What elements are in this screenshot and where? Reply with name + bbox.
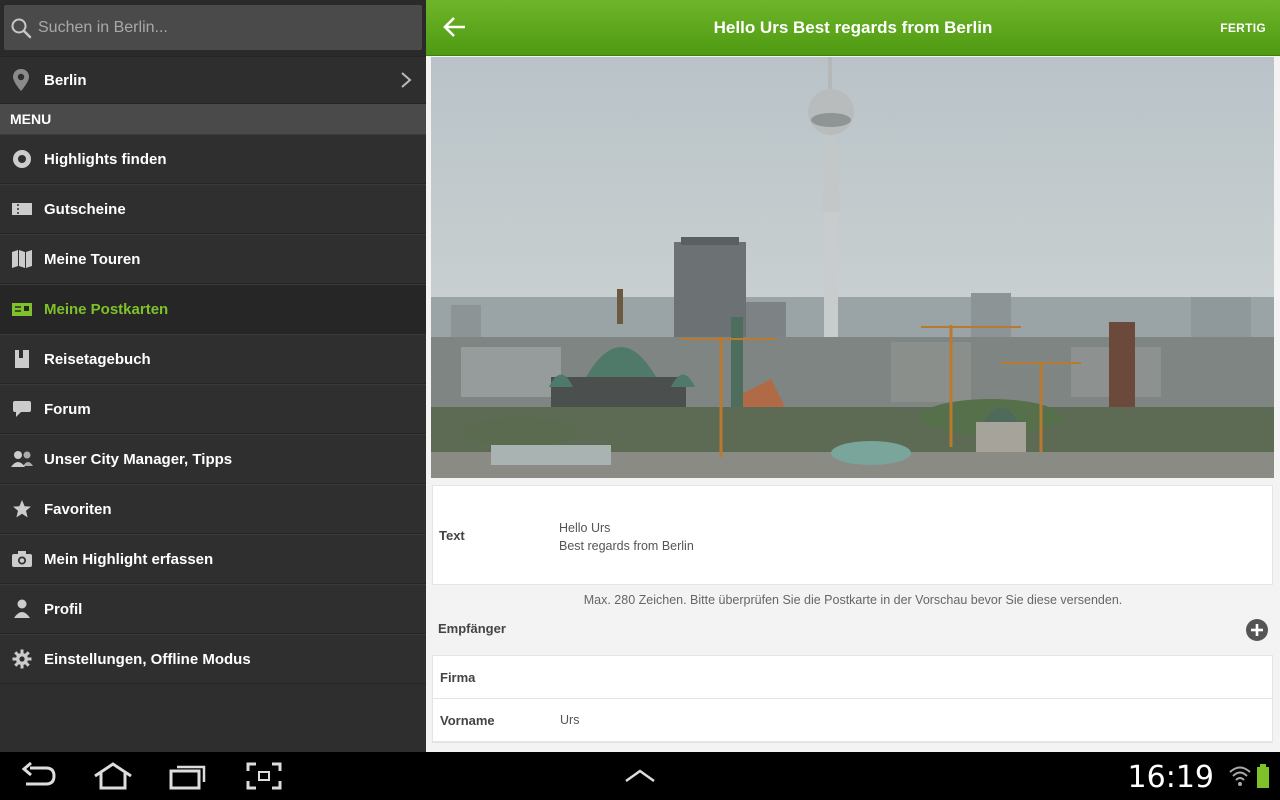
map-icon bbox=[10, 247, 34, 271]
chevron-right-icon bbox=[401, 72, 412, 88]
target-icon bbox=[10, 147, 34, 171]
chat-bubble-icon bbox=[10, 397, 34, 421]
menu-item[interactable]: Reisetagebuch bbox=[0, 334, 426, 384]
menu-item[interactable]: Unser City Manager, Tipps bbox=[0, 434, 426, 484]
menu-item-label: Forum bbox=[44, 400, 91, 418]
action-bar: Hello Urs Best regards from Berlin FERTI… bbox=[426, 0, 1280, 56]
search-bar bbox=[0, 0, 426, 56]
first-name-label: Vorname bbox=[440, 713, 495, 728]
menu-list: Highlights finden Gutscheine Meine Touren M… bbox=[0, 134, 426, 684]
menu-item-label: Meine Postkarten bbox=[44, 300, 169, 318]
menu-item[interactable]: Mein Highlight erfassen bbox=[0, 534, 426, 584]
menu-item[interactable]: Highlights finden bbox=[0, 134, 426, 184]
menu-item-label: Mein Highlight erfassen bbox=[44, 550, 214, 568]
menu-item[interactable]: Favoriten bbox=[0, 484, 426, 534]
company-label: Firma bbox=[440, 670, 476, 685]
text-value[interactable]: Hello Urs Best regards from Berlin bbox=[559, 519, 694, 555]
back-arrow-icon[interactable] bbox=[442, 14, 468, 40]
search-input[interactable] bbox=[38, 18, 398, 37]
diary-icon bbox=[10, 347, 34, 371]
search-icon bbox=[11, 18, 32, 38]
text-label: Text bbox=[439, 528, 465, 543]
postcard-text-field[interactable]: Text Hello Urs Best regards from Berlin bbox=[432, 485, 1273, 585]
menu-item[interactable]: Meine Touren bbox=[0, 234, 426, 284]
text-line: Hello Urs bbox=[559, 521, 611, 535]
menu-item[interactable]: Einstellungen, Offline Modus bbox=[0, 634, 426, 684]
clock: 16:19 bbox=[1127, 760, 1214, 795]
gear-icon bbox=[10, 647, 34, 671]
menu-item[interactable]: Meine Postkarten bbox=[0, 284, 426, 334]
postcard-icon bbox=[10, 297, 34, 321]
menu-item-label: Reisetagebuch bbox=[44, 350, 151, 368]
camera-icon bbox=[10, 547, 34, 571]
location-pin-icon bbox=[13, 69, 29, 91]
wifi-icon bbox=[1229, 766, 1251, 786]
recent-apps-icon[interactable] bbox=[168, 762, 208, 790]
star-icon bbox=[10, 497, 34, 521]
menu-item-label: Favoriten bbox=[44, 500, 112, 518]
done-button[interactable]: FERTIG bbox=[1220, 21, 1266, 35]
city-label: Berlin bbox=[44, 71, 87, 89]
navigation-drawer: Berlin MENU Highlights finden Gutscheine M… bbox=[0, 0, 426, 752]
menu-item-label: Profil bbox=[44, 600, 83, 618]
battery-icon bbox=[1257, 764, 1269, 788]
recipient-form: Firma Vorname Urs bbox=[432, 655, 1273, 743]
person-icon bbox=[10, 597, 34, 621]
menu-item[interactable]: Profil bbox=[0, 584, 426, 634]
character-limit-hint: Max. 280 Zeichen. Bitte überprüfen Sie d… bbox=[583, 593, 1123, 607]
menu-item-label: Highlights finden bbox=[44, 150, 167, 168]
menu-item-label: Meine Touren bbox=[44, 250, 141, 268]
text-line: Best regards from Berlin bbox=[559, 539, 694, 553]
people-icon bbox=[10, 447, 34, 471]
chevron-up-icon[interactable] bbox=[624, 768, 656, 784]
menu-item-label: Unser City Manager, Tipps bbox=[44, 450, 233, 468]
form-row-company[interactable]: Firma bbox=[433, 656, 1272, 699]
postcard-image[interactable] bbox=[431, 57, 1274, 478]
search-box[interactable] bbox=[4, 5, 422, 50]
page-title: Hello Urs Best regards from Berlin bbox=[713, 17, 993, 37]
home-nav-icon[interactable] bbox=[92, 762, 134, 790]
recipient-label: Empfänger bbox=[438, 621, 506, 636]
menu-header: MENU bbox=[0, 104, 426, 134]
form-row-first-name[interactable]: Vorname Urs bbox=[433, 699, 1272, 742]
city-selector[interactable]: Berlin bbox=[0, 56, 426, 104]
first-name-field[interactable]: Urs bbox=[560, 713, 579, 727]
add-recipient-icon[interactable] bbox=[1245, 618, 1269, 642]
postcard-editor: Hello Urs Best regards from Berlin FERTI… bbox=[426, 0, 1280, 752]
menu-item-label: Einstellungen, Offline Modus bbox=[44, 650, 251, 668]
ticket-icon bbox=[10, 197, 34, 221]
menu-item[interactable]: Gutscheine bbox=[0, 184, 426, 234]
system-navigation-bar: 16:19 bbox=[0, 752, 1280, 800]
screenshot-icon[interactable] bbox=[246, 762, 282, 790]
menu-item[interactable]: Forum bbox=[0, 384, 426, 434]
menu-item-label: Gutscheine bbox=[44, 200, 126, 218]
back-nav-icon[interactable] bbox=[20, 762, 58, 790]
